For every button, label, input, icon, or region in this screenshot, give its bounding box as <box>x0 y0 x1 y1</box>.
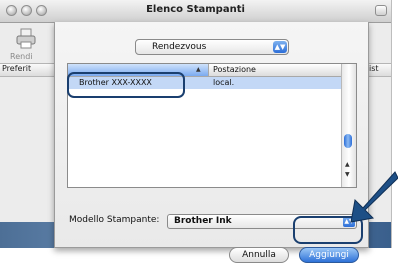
title-bar: Elenco Stampanti <box>0 0 391 23</box>
highlight-outline-printer <box>67 72 185 98</box>
scroll-up-icon[interactable]: ▲ <box>345 161 350 168</box>
window-title: Elenco Stampanti <box>146 4 245 15</box>
toolbar-label: Rendi <box>10 52 33 61</box>
add-printer-sheet: Rendezvous ▲▼ ▲ Postazione Brother XXX-X… <box>54 22 369 263</box>
toolbar-toggle-button[interactable] <box>375 5 387 16</box>
background-header-right: ist <box>369 64 379 73</box>
arrow-pointer-icon <box>350 171 398 223</box>
printer-icon[interactable] <box>16 28 36 50</box>
cancel-button[interactable]: Annulla <box>229 247 289 263</box>
scroll-thumb[interactable] <box>344 134 352 148</box>
popup-arrows-icon: ▲▼ <box>273 41 287 53</box>
add-button[interactable]: Aggiungi <box>299 247 359 263</box>
background-header-left: Preferit <box>2 64 32 73</box>
connection-popup-label: Rendezvous <box>152 42 207 52</box>
sort-ascending-icon: ▲ <box>196 66 201 73</box>
model-popup-value: Brother Ink <box>174 216 232 226</box>
connection-popup[interactable]: Rendezvous ▲▼ <box>135 39 289 55</box>
printer-location-cell: local. <box>213 78 235 87</box>
column-header-location[interactable]: Postazione <box>213 65 256 74</box>
list-scrollbar[interactable]: ▲ ▼ <box>341 64 356 187</box>
model-label: Modello Stampante: <box>69 215 160 225</box>
